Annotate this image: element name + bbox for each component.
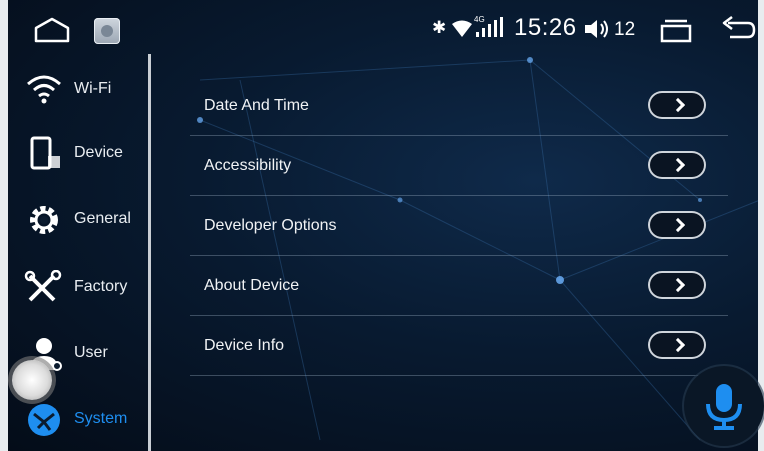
list-item-label: Date And Time (204, 97, 309, 114)
microphone-icon (706, 384, 742, 430)
assistive-touch-button[interactable] (12, 360, 52, 400)
volume-level: 12 (614, 19, 636, 40)
list-item-accessibility[interactable]: Accessibility (190, 136, 728, 196)
clock: 15:26 (514, 14, 577, 41)
app-icon[interactable] (94, 18, 120, 44)
sidebar-item-label: General (74, 210, 131, 227)
list-item-about-device[interactable]: About Device (190, 256, 728, 316)
screen-edge-left (0, 0, 8, 451)
list-item-label: About Device (204, 277, 300, 294)
list-item-date-and-time[interactable]: Date And Time (190, 76, 728, 136)
sidebar-item-label: Factory (74, 278, 128, 295)
voice-assistant-button[interactable] (684, 366, 764, 446)
list-item-label: Device Info (204, 337, 285, 354)
sidebar-item-label: System (74, 410, 128, 427)
status-bar: ✱ 4G 15:26 12 (8, 0, 758, 60)
volume-icon[interactable] (583, 17, 611, 41)
wifi-icon (27, 75, 61, 104)
list-item-label: Developer Options (204, 217, 337, 234)
home-icon[interactable] (32, 16, 72, 44)
chevron-right-icon[interactable] (648, 151, 706, 179)
recent-apps-icon[interactable] (658, 18, 694, 44)
chevron-right-icon[interactable] (648, 331, 706, 359)
chevron-right-icon[interactable] (648, 91, 706, 119)
sidebar-item-label: Wi-Fi (74, 80, 112, 97)
bluetooth-icon: ✱ (432, 18, 447, 37)
sidebar-item-wifi[interactable]: Wi-Fi (8, 60, 148, 120)
row-divider (190, 375, 728, 376)
signal-bars-icon (476, 17, 503, 37)
sidebar-divider (148, 54, 151, 451)
gear-icon (30, 206, 58, 234)
sidebar-item-device[interactable]: Device (8, 124, 148, 184)
signal-icon: 4G (474, 15, 512, 39)
wifi-status-icon (452, 20, 472, 37)
sidebar-item-factory[interactable]: Factory (8, 258, 148, 318)
list-item-label: Accessibility (204, 157, 292, 174)
chevron-right-icon[interactable] (648, 211, 706, 239)
chevron-right-icon[interactable] (648, 271, 706, 299)
back-icon[interactable] (718, 15, 758, 45)
settings-screen: ✱ 4G 15:26 12 Wi-Fi Device General Facto… (0, 0, 764, 451)
system-icon (28, 404, 60, 436)
tools-icon (24, 270, 62, 302)
sidebar-item-label: User (74, 344, 108, 361)
sidebar-item-label: Device (74, 144, 123, 161)
sidebar-item-general[interactable]: General (8, 190, 148, 250)
list-item-developer-options[interactable]: Developer Options (190, 196, 728, 256)
device-icon (30, 136, 60, 170)
list-item-device-info[interactable]: Device Info (190, 316, 728, 376)
